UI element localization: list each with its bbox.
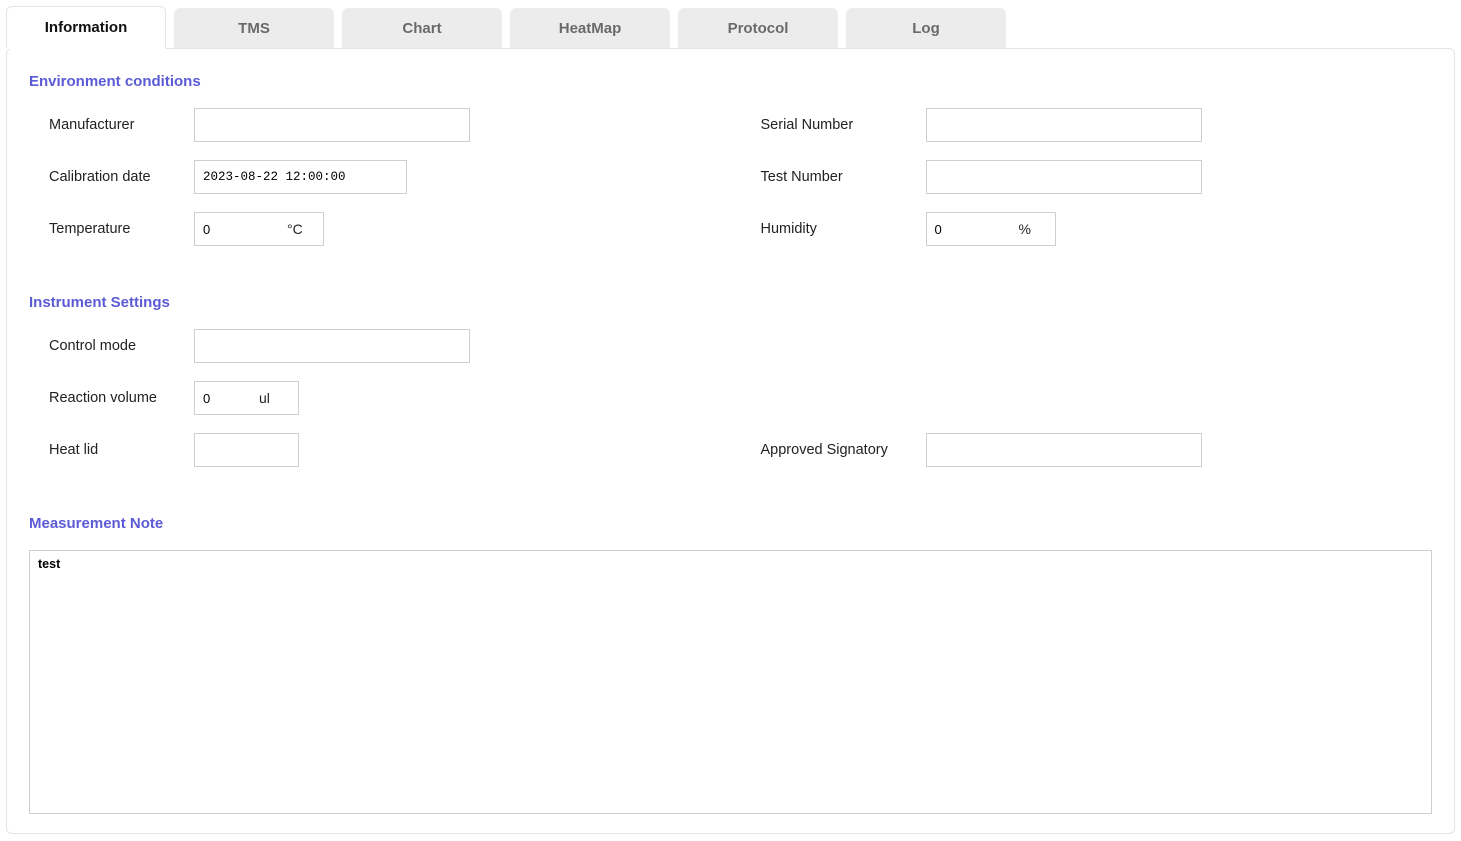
- section-title-note: Measurement Note: [29, 515, 1432, 532]
- temperature-label: Temperature: [49, 221, 194, 237]
- tab-information[interactable]: Information: [6, 6, 166, 49]
- manufacturer-label: Manufacturer: [49, 117, 194, 133]
- humidity-label: Humidity: [761, 221, 926, 237]
- serial-number-input[interactable]: [926, 108, 1202, 142]
- temperature-input-wrap: °C: [194, 212, 324, 246]
- calibration-date-input[interactable]: [194, 160, 407, 194]
- manufacturer-input[interactable]: [194, 108, 470, 142]
- tab-log[interactable]: Log: [846, 8, 1006, 49]
- control-mode-label: Control mode: [49, 338, 194, 354]
- humidity-input[interactable]: [927, 213, 1015, 245]
- measurement-note-textarea[interactable]: [29, 550, 1432, 814]
- test-number-label: Test Number: [761, 169, 926, 185]
- tab-bar: Information TMS Chart HeatMap Protocol L…: [0, 0, 1461, 49]
- humidity-input-wrap: %: [926, 212, 1056, 246]
- section-title-environment: Environment conditions: [29, 73, 1432, 90]
- temperature-unit: °C: [283, 221, 313, 237]
- section-instrument: Instrument Settings Control mode Reactio…: [29, 294, 1432, 485]
- humidity-unit: %: [1015, 221, 1041, 237]
- calibration-date-label: Calibration date: [49, 169, 194, 185]
- information-panel: Environment conditions Manufacturer Seri…: [6, 48, 1455, 834]
- reaction-volume-label: Reaction volume: [49, 390, 194, 406]
- tab-protocol[interactable]: Protocol: [678, 8, 838, 49]
- approved-signatory-input[interactable]: [926, 433, 1202, 467]
- section-note: Measurement Note: [29, 515, 1432, 817]
- tab-heatmap[interactable]: HeatMap: [510, 8, 670, 49]
- reaction-volume-input[interactable]: [195, 382, 255, 414]
- temperature-input[interactable]: [195, 213, 283, 245]
- control-mode-input[interactable]: [194, 329, 470, 363]
- section-title-instrument: Instrument Settings: [29, 294, 1432, 311]
- heat-lid-input[interactable]: [194, 433, 299, 467]
- approved-signatory-label: Approved Signatory: [761, 442, 926, 458]
- reaction-volume-unit: ul: [255, 390, 280, 406]
- tab-tms[interactable]: TMS: [174, 8, 334, 49]
- reaction-volume-input-wrap: ul: [194, 381, 299, 415]
- test-number-input[interactable]: [926, 160, 1202, 194]
- serial-number-label: Serial Number: [761, 117, 926, 133]
- heat-lid-label: Heat lid: [49, 442, 194, 458]
- tab-chart[interactable]: Chart: [342, 8, 502, 49]
- section-environment: Environment conditions Manufacturer Seri…: [29, 73, 1432, 264]
